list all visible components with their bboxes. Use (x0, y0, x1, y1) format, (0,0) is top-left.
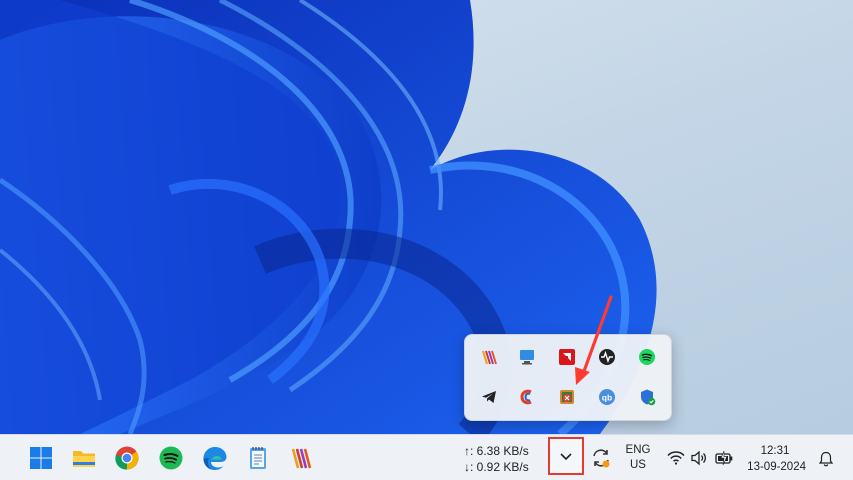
wifi-icon[interactable] (667, 451, 685, 465)
windows-logo-icon (30, 447, 52, 469)
notepad-icon (250, 447, 266, 469)
clock-time: 12:31 (760, 445, 790, 457)
language-region: US (630, 459, 646, 471)
start-button[interactable] (26, 443, 56, 473)
amd-icon[interactable] (553, 343, 581, 371)
notification-bell-icon[interactable] (818, 451, 834, 467)
stripes-app-icon[interactable] (475, 343, 503, 371)
qbittorrent-icon[interactable]: qb (593, 383, 621, 411)
edge-button[interactable] (200, 443, 230, 473)
desktop: qb (0, 0, 853, 434)
chrome-icon (115, 446, 139, 470)
windows-security-icon[interactable] (633, 383, 661, 411)
tray-overflow-flyout: qb (464, 334, 672, 421)
file-explorer-button[interactable] (69, 443, 99, 473)
language-code: ENG (625, 444, 651, 456)
spotify-icon[interactable] (633, 343, 661, 371)
monitor-app-icon[interactable] (513, 343, 541, 371)
show-hidden-icons-button[interactable] (548, 437, 584, 475)
taskbar: ↑: 6.38 KB/s ↓: 0.92 KB/s ENG US 12:31 1… (0, 434, 853, 480)
telegram-icon[interactable] (475, 383, 503, 411)
svg-text:qb: qb (602, 393, 612, 403)
input-language-indicator[interactable]: ENG US (622, 443, 654, 473)
clock-date: 13-09-2024 (747, 461, 806, 473)
disabled-app-icon[interactable] (553, 383, 581, 411)
notepad-button[interactable] (243, 443, 273, 473)
network-speed-meter[interactable]: ↑: 6.38 KB/s ↓: 0.92 KB/s (464, 443, 529, 475)
sync-app-icon[interactable] (590, 447, 612, 469)
stripes-icon (291, 448, 312, 469)
stripes-app-button[interactable] (287, 443, 317, 473)
clock[interactable]: 12:31 13-09-2024 (744, 443, 806, 475)
activity-icon[interactable] (593, 343, 621, 371)
chrome-button[interactable] (112, 443, 142, 473)
spotify-button[interactable] (156, 443, 186, 473)
edge-icon (203, 447, 227, 470)
ccleaner-icon[interactable] (513, 383, 541, 411)
download-speed: ↓: 0.92 KB/s (464, 460, 529, 474)
folder-icon (73, 451, 95, 467)
upload-speed: ↑: 6.38 KB/s (464, 444, 529, 458)
chevron-down-icon (560, 453, 572, 461)
volume-icon[interactable] (690, 450, 708, 466)
spotify-icon (159, 446, 183, 470)
wallpaper-bloom (0, 0, 657, 434)
battery-charging-icon[interactable] (715, 450, 733, 466)
